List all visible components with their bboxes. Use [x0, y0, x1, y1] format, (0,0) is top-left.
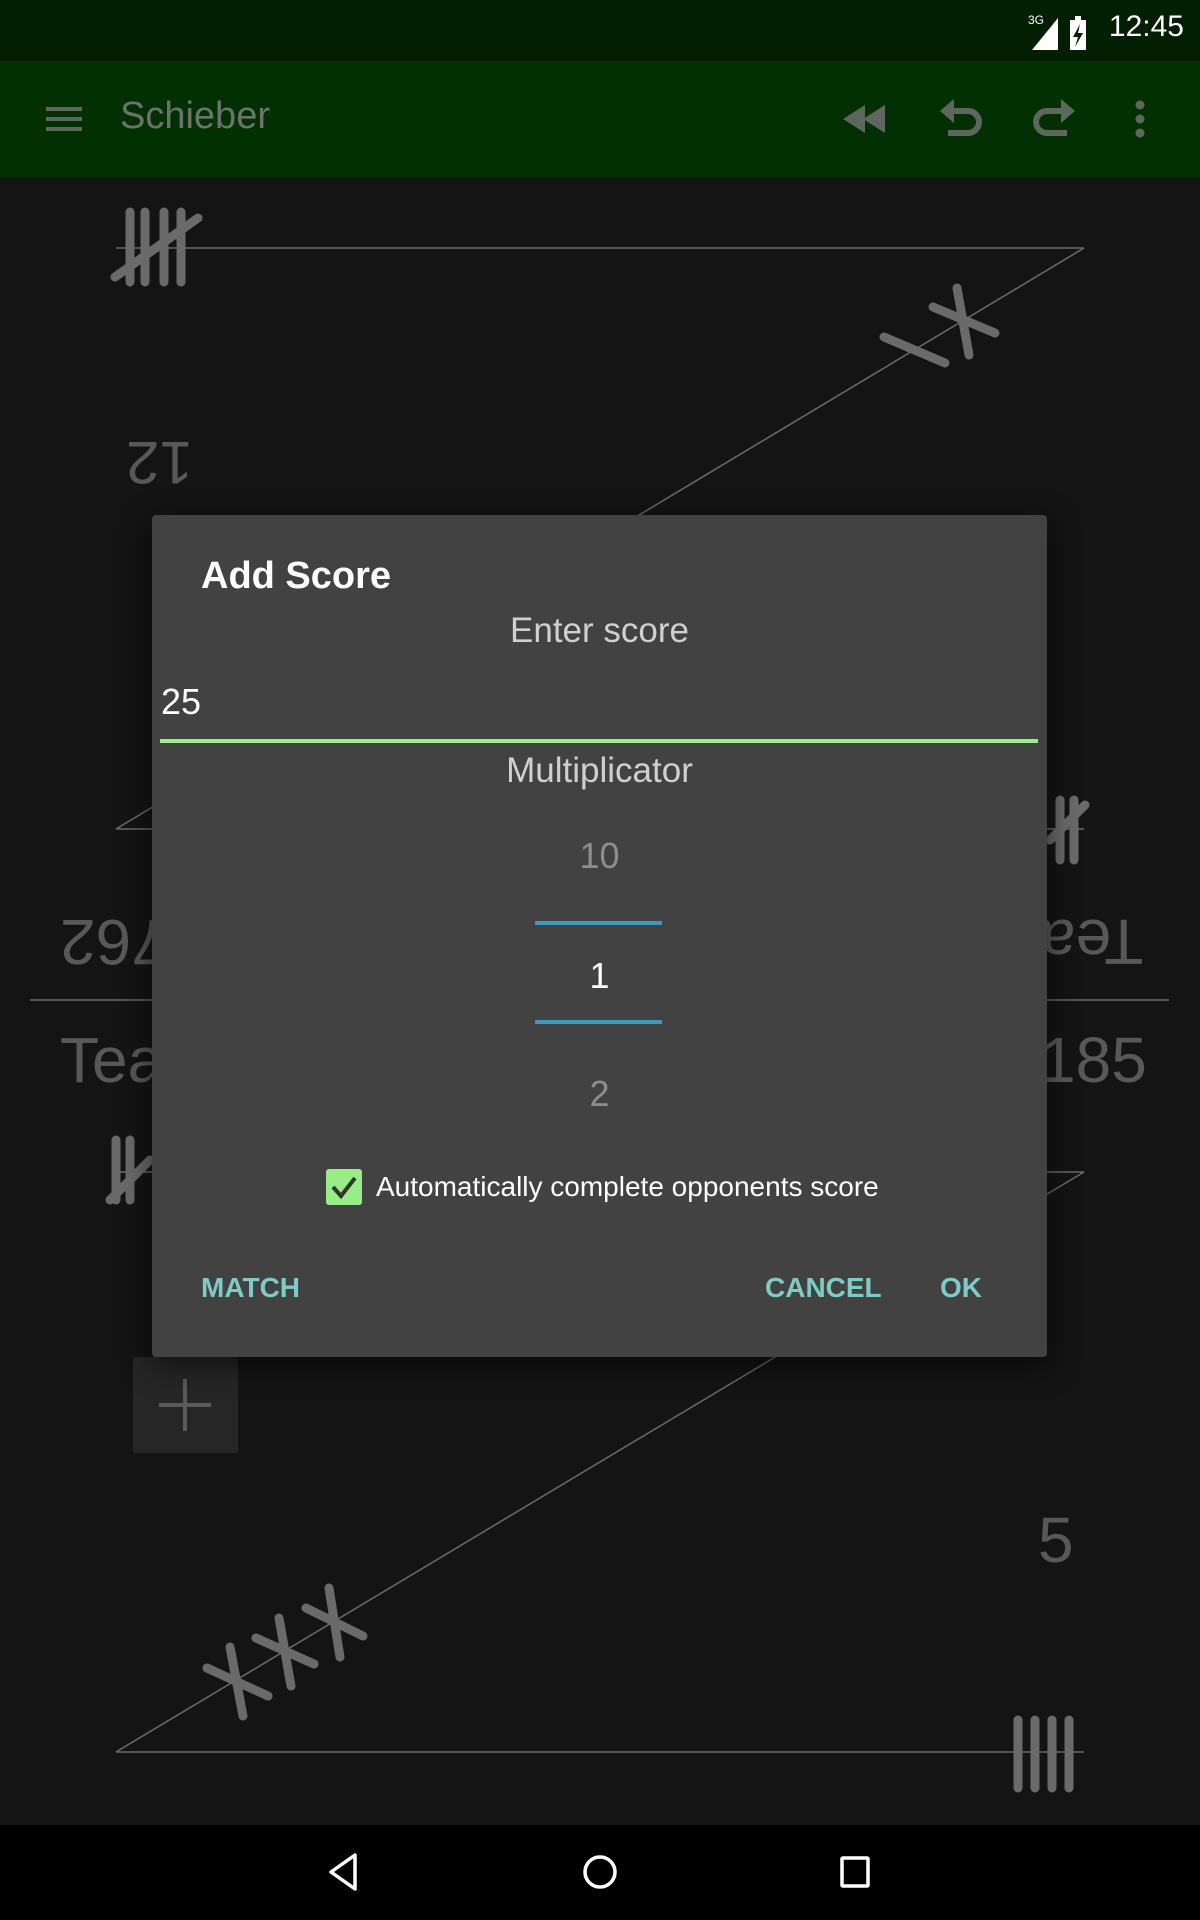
picker-next[interactable]: 2	[152, 1073, 1047, 1115]
ok-button[interactable]: OK	[940, 1272, 982, 1304]
picker-divider-top	[535, 921, 662, 925]
navigation-bar	[0, 1825, 1200, 1920]
team-score: 185	[1040, 1024, 1147, 1096]
tally-bottom-right	[1013, 1715, 1074, 1793]
picker-prev[interactable]: 10	[152, 835, 1047, 877]
cancel-button[interactable]: CANCEL	[765, 1272, 882, 1304]
team-name: Tea	[60, 1024, 164, 1096]
auto-complete-checkbox[interactable]	[326, 1169, 362, 1205]
match-button[interactable]: MATCH	[201, 1272, 300, 1304]
bottom-value: 5	[1038, 1504, 1074, 1576]
add-score-dialog: Add Score Enter score 25 Multiplicator 1…	[152, 515, 1047, 1357]
enter-score-label: Enter score	[510, 611, 689, 650]
dialog-title: Add Score	[201, 555, 392, 597]
picker-selected[interactable]: 1	[152, 955, 1047, 997]
team-score-upside: 762	[60, 906, 167, 978]
tally-middle-right	[1045, 795, 1090, 865]
add-score-button[interactable]	[133, 1357, 238, 1453]
checkmark-icon	[331, 1176, 357, 1200]
home-icon[interactable]	[575, 1847, 625, 1897]
team-name-upside: Tea	[1040, 906, 1144, 978]
top-score: 12	[126, 429, 193, 496]
score-input[interactable]: 25	[160, 673, 1038, 743]
tally-middle-left	[105, 1135, 155, 1205]
tally-bottom-left	[202, 1583, 368, 1721]
back-icon[interactable]	[319, 1847, 369, 1897]
plus-icon	[159, 1379, 211, 1431]
multiplicator-label: Multiplicator	[506, 751, 693, 790]
picker-divider-bottom	[535, 1020, 662, 1024]
recents-icon[interactable]	[830, 1847, 880, 1897]
auto-complete-label[interactable]: Automatically complete opponents score	[376, 1171, 879, 1203]
tally-top-left	[110, 207, 203, 287]
tally-top-right	[879, 283, 1000, 368]
